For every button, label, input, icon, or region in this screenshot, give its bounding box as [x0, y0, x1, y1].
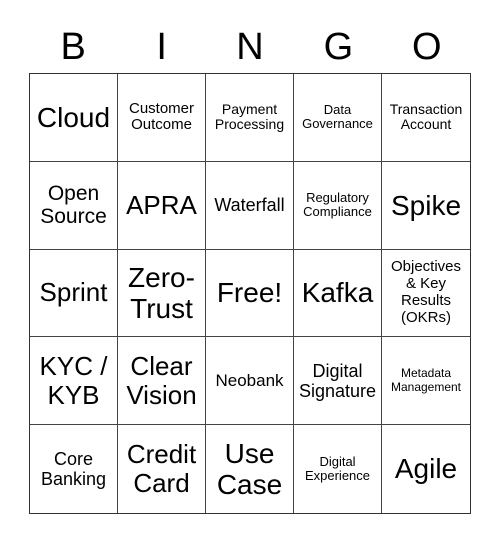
bingo-cell[interactable]: Clear Vision — [118, 337, 206, 426]
bingo-cell[interactable]: Data Governance — [294, 74, 382, 162]
header-letter-i: I — [156, 26, 167, 68]
bingo-cell[interactable]: Neobank — [206, 337, 294, 426]
header-letter-g: G — [323, 26, 354, 68]
bingo-cell[interactable]: Open Source — [30, 161, 118, 250]
bingo-header: B I N G O — [29, 22, 471, 72]
bingo-cell[interactable]: Sprint — [30, 249, 118, 338]
bingo-cell[interactable]: Metadata Management — [382, 337, 470, 426]
bingo-cell[interactable]: Cloud — [30, 74, 118, 162]
bingo-card-grid: Cloud Customer Outcome Payment Processin… — [29, 73, 471, 514]
bingo-cell[interactable]: Core Banking — [30, 425, 118, 513]
bingo-cell[interactable]: Kafka — [294, 249, 382, 338]
header-letter-b: B — [60, 26, 86, 68]
bingo-cell[interactable]: Waterfall — [206, 161, 294, 250]
header-letter-o: O — [412, 26, 442, 68]
bingo-cell[interactable]: APRA — [118, 161, 206, 250]
bingo-cell[interactable]: Digital Experience — [294, 425, 382, 513]
bingo-cell[interactable]: Regulatory Compliance — [294, 161, 382, 250]
free-space-cell[interactable]: Free! — [206, 249, 294, 338]
bingo-cell[interactable]: Customer Outcome — [118, 74, 206, 162]
header-letter-n: N — [236, 26, 264, 68]
bingo-cell[interactable]: Credit Card — [118, 425, 206, 513]
bingo-cell[interactable]: Payment Processing — [206, 74, 294, 162]
bingo-cell[interactable]: Transaction Account — [382, 74, 470, 162]
bingo-cell[interactable]: Zero-Trust — [118, 249, 206, 338]
bingo-cell[interactable]: Digital Signature — [294, 337, 382, 426]
bingo-cell[interactable]: KYC / KYB — [30, 337, 118, 426]
bingo-cell[interactable]: Objectives & Key Results (OKRs) — [382, 250, 470, 338]
bingo-cell[interactable]: Use Case — [206, 425, 294, 513]
bingo-cell[interactable]: Spike — [382, 162, 470, 250]
bingo-cell[interactable]: Agile — [382, 425, 470, 513]
